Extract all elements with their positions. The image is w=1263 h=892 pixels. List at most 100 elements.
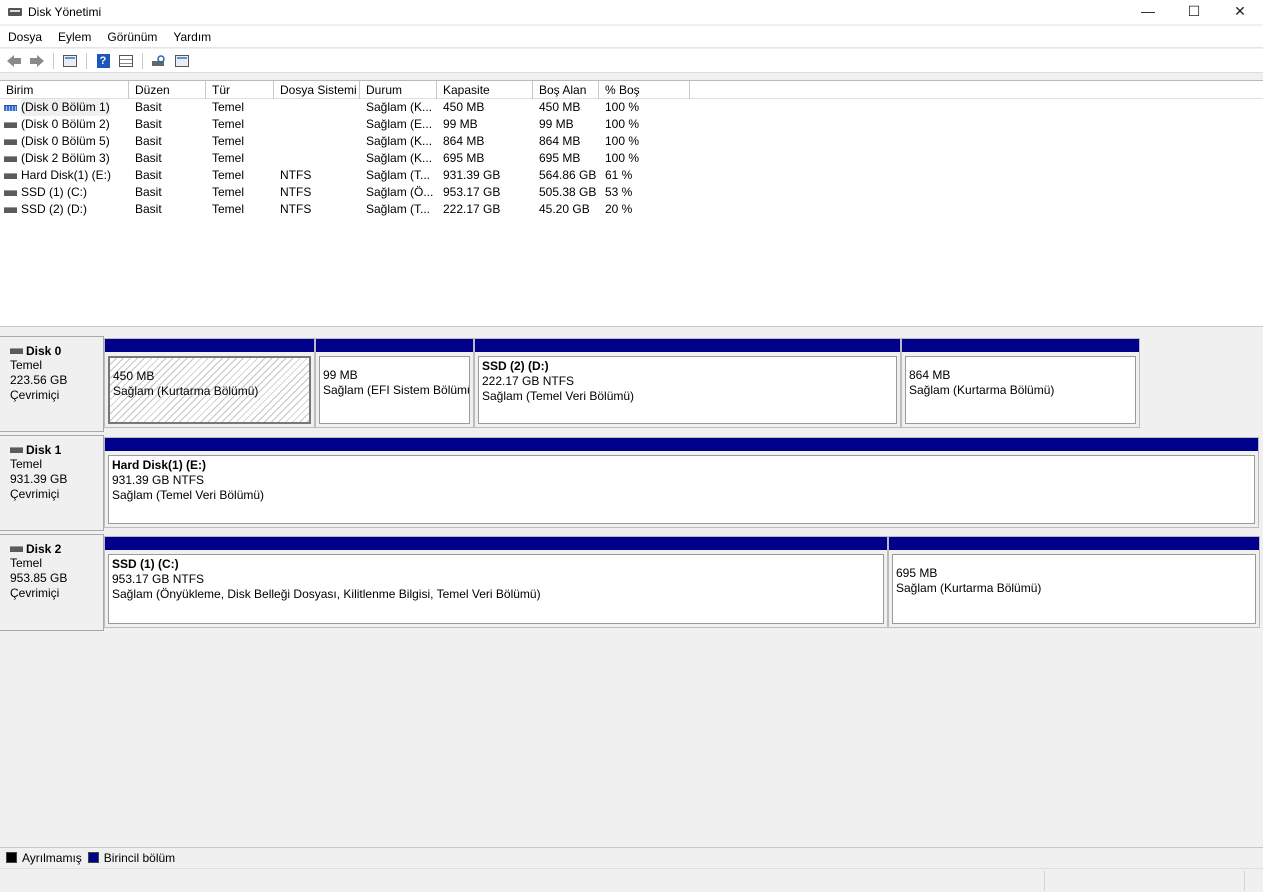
column-header-duzen[interactable]: Düzen: [129, 81, 206, 99]
disk-label-0[interactable]: Disk 0 Temel 223.56 GB Çevrimiçi: [0, 336, 104, 432]
volume-fs: [274, 133, 360, 150]
partition-body: 864 MB Sağlam (Kurtarma Bölümü): [905, 356, 1136, 424]
status-bar-divider: [1044, 871, 1045, 891]
volume-name-cell: SSD (2) (D:): [0, 201, 129, 218]
magnifier-disk-icon: [152, 54, 165, 66]
volume-name: SSD (1) (C:): [21, 185, 87, 199]
column-header-yuzde-bos[interactable]: % Boş: [599, 81, 690, 99]
partition[interactable]: 695 MB Sağlam (Kurtarma Bölümü): [888, 536, 1260, 628]
volume-capacity: 864 MB: [443, 134, 485, 148]
volume-name-cell: Hard Disk(1) (E:): [0, 167, 129, 184]
help-icon: ?: [96, 53, 110, 68]
disk-label-1[interactable]: Disk 1 Temel 931.39 GB Çevrimiçi: [0, 435, 104, 531]
close-button[interactable]: ✕: [1217, 0, 1263, 22]
volume-row[interactable]: (Disk 0 Bölüm 2) Basit Temel Sağlam (E..…: [0, 116, 1263, 133]
partition[interactable]: 864 MB Sağlam (Kurtarma Bölümü): [901, 338, 1140, 428]
column-header-tur[interactable]: Tür: [206, 81, 274, 99]
volume-row[interactable]: SSD (1) (C:) Basit Temel NTFS Sağlam (Ö.…: [0, 184, 1263, 201]
disk-icon: [10, 447, 23, 453]
volume-free: 505.38 GB: [539, 185, 597, 199]
volume-name-cell: SSD (1) (C:): [0, 184, 129, 201]
column-header-kapasite[interactable]: Kapasite: [437, 81, 533, 99]
primary-partition-bar: [316, 339, 473, 352]
menu-gorunum[interactable]: Görünüm: [99, 27, 165, 47]
primary-partition-bar: [889, 537, 1259, 550]
volume-row[interactable]: SSD (2) (D:) Basit Temel NTFS Sağlam (T.…: [0, 201, 1263, 218]
disk-size: 223.56 GB: [10, 373, 68, 387]
disk-name: Disk 2: [10, 542, 103, 556]
column-header-durum[interactable]: Durum: [360, 81, 437, 99]
volume-layout: Basit: [135, 134, 162, 148]
partition-size: 450 MB: [113, 369, 155, 383]
partition[interactable]: SSD (1) (C:) 953.17 GB NTFS Sağlam (Önyü…: [104, 536, 888, 628]
partition[interactable]: 450 MB Sağlam (Kurtarma Bölümü): [104, 338, 315, 428]
volume-name: (Disk 0 Bölüm 2): [21, 117, 110, 131]
disk-state: Çevrimiçi: [10, 388, 60, 402]
disk-type: Temel: [10, 457, 43, 471]
list-settings-icon: [175, 54, 189, 67]
volume-free: 564.86 GB: [539, 168, 597, 182]
volume-icon: [4, 206, 17, 213]
minimize-button[interactable]: —: [1125, 0, 1171, 22]
partition-body: 99 MB Sağlam (EFI Sistem Bölümü): [319, 356, 470, 424]
partition[interactable]: Hard Disk(1) (E:) 931.39 GB NTFS Sağlam …: [104, 437, 1259, 528]
disk-type: Temel: [10, 358, 43, 372]
partition-title: [896, 557, 1255, 566]
forward-button[interactable]: [27, 52, 47, 70]
volume-row[interactable]: (Disk 0 Bölüm 1) Basit Temel Sağlam (K..…: [0, 99, 1263, 116]
volume-capacity: 99 MB: [443, 117, 478, 131]
legend-swatch-unallocated: [6, 852, 17, 863]
volume-icon: [4, 121, 17, 128]
partition-status: Sağlam (Önyükleme, Disk Belleği Dosyası,…: [112, 587, 541, 601]
volume-fs: NTFS: [280, 168, 312, 182]
status-bar: [0, 868, 1263, 892]
volume-layout: Basit: [135, 100, 162, 114]
volume-icon: [4, 138, 17, 145]
properties-button[interactable]: [60, 52, 80, 70]
partition[interactable]: SSD (2) (D:) 222.17 GB NTFS Sağlam (Teme…: [474, 338, 901, 428]
volume-list: Birim Düzen Tür Dosya Sistemi Durum Kapa…: [0, 80, 1263, 326]
disk-label-2[interactable]: Disk 2 Temel 953.85 GB Çevrimiçi: [0, 534, 104, 631]
disk-type: Temel: [10, 556, 43, 570]
help-button[interactable]: ?: [93, 52, 113, 70]
disk-name-text: Disk 2: [26, 542, 62, 556]
partition-status: Sağlam (EFI Sistem Bölümü): [323, 383, 470, 397]
volume-name-cell: (Disk 0 Bölüm 1): [0, 99, 129, 116]
arrow-left-icon: [7, 54, 21, 67]
volume-icon: [4, 172, 17, 179]
partition-title: Hard Disk(1) (E:): [112, 458, 207, 472]
window-controls: — ☐ ✕: [1125, 0, 1263, 24]
volume-type: Temel: [212, 168, 245, 182]
menu-eylem[interactable]: Eylem: [50, 27, 99, 47]
volume-icon: [4, 104, 17, 111]
volume-layout: Basit: [135, 185, 162, 199]
rescan-button[interactable]: [149, 52, 169, 70]
volume-fs: NTFS: [280, 185, 312, 199]
column-header-dosya-sistemi[interactable]: Dosya Sistemi: [274, 81, 360, 99]
volume-status: Sağlam (T...: [366, 202, 431, 216]
volume-name-cell: (Disk 0 Bölüm 5): [0, 133, 129, 150]
volume-icon: [4, 189, 17, 196]
menu-yardim[interactable]: Yardım: [165, 27, 219, 47]
partition-body: Hard Disk(1) (E:) 931.39 GB NTFS Sağlam …: [108, 455, 1255, 524]
column-header-birim[interactable]: Birim: [0, 81, 129, 99]
view-button[interactable]: [116, 52, 136, 70]
volume-row[interactable]: Hard Disk(1) (E:) Basit Temel NTFS Sağla…: [0, 167, 1263, 184]
partition[interactable]: 99 MB Sağlam (EFI Sistem Bölümü): [315, 338, 474, 428]
volume-pct-free: 53 %: [605, 185, 633, 199]
toolbar-separator: [86, 52, 87, 69]
disk-row-1: Disk 1 Temel 931.39 GB Çevrimiçi Hard Di…: [0, 435, 1263, 531]
menu-dosya[interactable]: Dosya: [0, 27, 50, 47]
volume-row[interactable]: (Disk 0 Bölüm 5) Basit Temel Sağlam (K..…: [0, 133, 1263, 150]
legend-primary-partition: Birincil bölüm: [103, 850, 176, 865]
partition-title: SSD (1) (C:): [112, 557, 179, 571]
partition-size: 953.17 GB NTFS: [112, 572, 205, 586]
volume-pct-free: 100 %: [605, 151, 640, 165]
column-header-bos-alan[interactable]: Boş Alan: [533, 81, 599, 99]
back-button[interactable]: [4, 52, 24, 70]
volume-row[interactable]: (Disk 2 Bölüm 3) Basit Temel Sağlam (K..…: [0, 150, 1263, 167]
volume-pct-free: 100 %: [605, 100, 640, 114]
volume-fs: NTFS: [280, 202, 312, 216]
settings-button[interactable]: [172, 52, 192, 70]
maximize-button[interactable]: ☐: [1171, 0, 1217, 22]
